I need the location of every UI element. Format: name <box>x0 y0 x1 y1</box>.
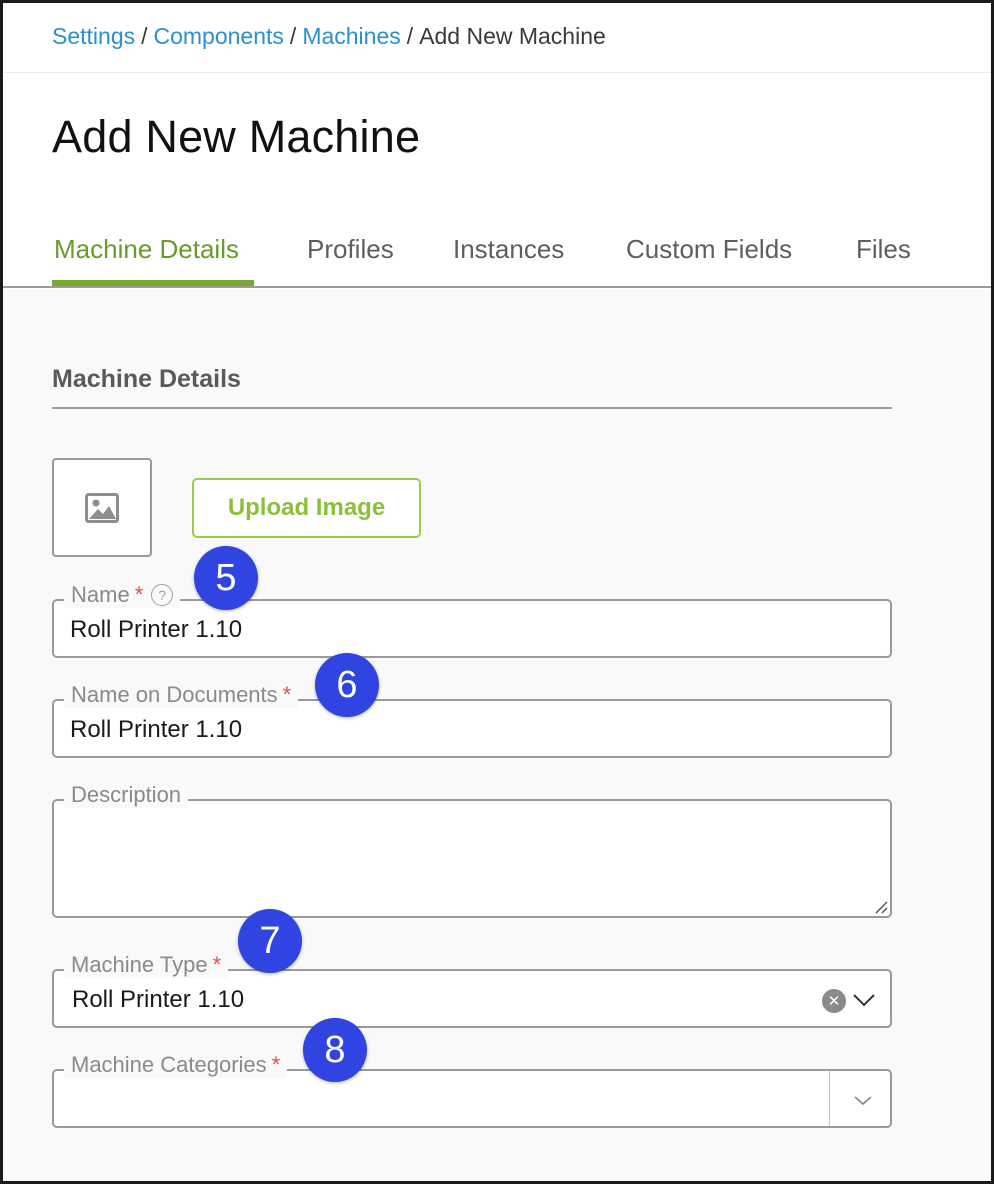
name-field[interactable]: Name *? Roll Printer 1.10 <box>52 582 892 658</box>
name-field-label: Name *? <box>64 582 181 608</box>
breadcrumb-machines-link[interactable]: Machines <box>302 23 400 49</box>
breadcrumb-separator: / <box>406 23 414 49</box>
machine-categories-select[interactable]: Machine Categories * <box>52 1052 892 1128</box>
breadcrumb-current: Add New Machine <box>419 23 606 49</box>
machine-type-select[interactable]: Machine Type * Roll Printer 1.10 ✕ <box>52 952 892 1028</box>
help-icon[interactable]: ? <box>151 584 174 606</box>
tab-machine-details[interactable]: Machine Details <box>54 234 239 265</box>
machine-categories-field-label: Machine Categories * <box>64 1052 288 1078</box>
breadcrumb-settings-link[interactable]: Settings <box>52 23 135 49</box>
breadcrumb-separator: / <box>141 23 148 49</box>
required-asterisk: * <box>212 952 222 977</box>
machine-type-label-text: Machine Type <box>71 952 208 977</box>
breadcrumb-separator: / <box>289 23 297 49</box>
tab-instances[interactable]: Instances <box>453 234 564 265</box>
breadcrumb-components-link[interactable]: Components <box>154 23 284 49</box>
machine-type-field-label: Machine Type * <box>64 952 229 978</box>
chevron-down-icon[interactable] <box>852 1089 874 1111</box>
name-on-documents-field-label: Name on Documents * <box>64 682 299 708</box>
machine-image-placeholder[interactable] <box>52 458 152 557</box>
upload-image-button[interactable]: Upload Image <box>192 478 421 538</box>
name-on-documents-label-text: Name on Documents <box>71 682 278 707</box>
tab-profiles[interactable]: Profiles <box>307 234 394 265</box>
section-title: Machine Details <box>52 365 241 393</box>
required-asterisk: * <box>271 1052 281 1077</box>
tab-files[interactable]: Files <box>856 234 911 265</box>
callout-badge-6: 6 <box>315 653 379 717</box>
name-on-documents-input[interactable]: Roll Printer 1.10 <box>70 716 242 744</box>
form-content: Machine Details Upload Image Name *? Roll… <box>3 289 991 1181</box>
machine-categories-label-text: Machine Categories <box>71 1052 267 1077</box>
description-label-text: Description <box>71 782 182 807</box>
clear-icon[interactable]: ✕ <box>822 989 846 1013</box>
page-header: Add New Machine Machine Details Profiles… <box>3 73 991 288</box>
required-asterisk: * <box>134 582 144 607</box>
image-icon <box>85 492 119 523</box>
page-title: Add New Machine <box>52 111 421 162</box>
required-asterisk: * <box>282 682 292 707</box>
description-field-label: Description <box>64 782 189 808</box>
breadcrumb: Settings / Components / Machines / Add New Mac… <box>3 3 991 73</box>
resize-handle-icon[interactable] <box>874 900 888 914</box>
active-tab-indicator <box>52 280 254 286</box>
callout-badge-7: 7 <box>238 909 302 973</box>
name-input[interactable]: Roll Printer 1.10 <box>70 616 242 644</box>
name-on-documents-field[interactable]: Name on Documents * Roll Printer 1.10 <box>52 682 892 758</box>
section-divider <box>52 407 892 409</box>
tab-bar: Machine Details Profiles Instances Custo… <box>3 218 991 288</box>
callout-badge-5: 5 <box>194 546 258 610</box>
tab-custom-fields[interactable]: Custom Fields <box>626 234 792 265</box>
callout-badge-8: 8 <box>303 1018 367 1082</box>
app-frame: Settings / Components / Machines / Add New Mac… <box>0 0 994 1184</box>
select-divider <box>829 1071 830 1126</box>
machine-type-selected-value: Roll Printer 1.10 <box>72 986 245 1013</box>
description-field[interactable]: Description <box>52 782 892 918</box>
chevron-down-icon[interactable] <box>852 988 876 1012</box>
name-label-text: Name <box>71 582 130 607</box>
